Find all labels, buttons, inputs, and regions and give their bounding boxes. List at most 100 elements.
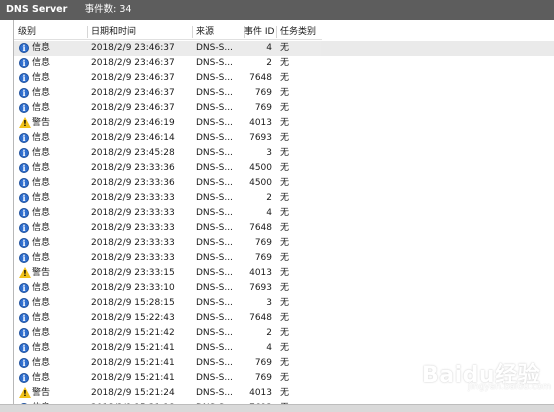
table-row[interactable]: i 信息 2018/2/9 23:33:33 DNS-S... 2 无	[14, 191, 554, 206]
info-icon: i	[19, 206, 31, 221]
row-event-id: 3	[266, 148, 272, 158]
row-date: 2018/2/9 15:21:41	[91, 358, 175, 368]
row-category: 无	[280, 373, 290, 383]
row-event-id: 4	[266, 343, 272, 353]
row-level: 信息	[32, 283, 51, 293]
table-row[interactable]: i 信息 2018/2/9 23:33:33 DNS-S... 4 无	[14, 206, 554, 221]
table-row[interactable]: i 信息 2018/2/9 15:21:42 DNS-S... 2 无	[14, 326, 554, 341]
row-level: 信息	[32, 43, 51, 53]
row-source: DNS-S...	[196, 343, 233, 353]
row-category: 无	[280, 238, 290, 248]
row-date: 2018/2/9 23:33:33	[91, 208, 175, 218]
row-event-id: 4013	[249, 268, 272, 278]
row-event-id: 4013	[249, 118, 272, 128]
row-source: DNS-S...	[196, 328, 233, 338]
table-row[interactable]: i 信息 2018/2/9 15:22:43 DNS-S... 7648 无	[14, 311, 554, 326]
row-event-id: 2	[266, 58, 272, 68]
window-title-bar: DNS Server 事件数: 34	[0, 0, 554, 20]
table-row[interactable]: i 信息 2018/2/9 23:33:36 DNS-S... 4500 无	[14, 161, 554, 176]
row-category: 无	[280, 298, 290, 308]
row-category: 无	[280, 283, 290, 293]
row-date: 2018/2/9 23:46:37	[91, 103, 175, 113]
row-date: 2018/2/9 23:33:10	[91, 283, 175, 293]
row-date: 2018/2/9 23:33:33	[91, 253, 175, 263]
row-level: 信息	[32, 148, 51, 158]
event-count: 事件数: 34	[84, 4, 132, 15]
info-icon: i	[19, 236, 31, 251]
row-level: 信息	[32, 343, 51, 353]
table-row[interactable]: i 信息 2018/2/9 23:46:37 DNS-S... 7648 无	[14, 71, 554, 86]
row-category: 无	[280, 343, 290, 353]
row-level: 信息	[32, 238, 51, 248]
table-row[interactable]: i 信息 2018/2/9 15:28:15 DNS-S... 3 无	[14, 296, 554, 311]
row-date: 2018/2/9 15:21:41	[91, 373, 175, 383]
row-source: DNS-S...	[196, 148, 233, 158]
row-date: 2018/2/9 23:46:37	[91, 58, 175, 68]
table-row[interactable]: i 信息 2018/2/9 23:33:10 DNS-S... 7693 无	[14, 281, 554, 296]
row-source: DNS-S...	[196, 178, 233, 188]
row-source: DNS-S...	[196, 223, 233, 233]
table-row[interactable]: i 信息 2018/2/9 23:33:36 DNS-S... 4500 无	[14, 176, 554, 191]
table-row[interactable]: i 信息 2018/2/9 15:21:41 DNS-S... 769 无	[14, 371, 554, 386]
row-source: DNS-S...	[196, 118, 233, 128]
row-event-id: 7693	[249, 283, 272, 293]
table-row[interactable]: ! 警告 2018/2/9 23:33:15 DNS-S... 4013 无	[14, 266, 554, 281]
row-event-id: 4	[266, 208, 272, 218]
row-event-id: 769	[254, 88, 272, 98]
column-header-event-id[interactable]: 事件 ID	[244, 25, 276, 39]
row-level: 信息	[32, 58, 51, 68]
table-row[interactable]: ! 警告 2018/2/9 23:46:19 DNS-S... 4013 无	[14, 116, 554, 131]
event-rows: i 信息 2018/2/9 23:46:37 DNS-S... 4 无 i 信息 2018/2/…	[14, 41, 554, 411]
info-icon: i	[19, 86, 31, 101]
row-date: 2018/2/9 23:33:15	[91, 268, 175, 278]
info-icon: i	[19, 356, 31, 371]
row-category: 无	[280, 328, 290, 338]
column-header-category[interactable]: 任务类别	[276, 25, 322, 39]
event-list-panel: 级别 日期和时间 来源 事件 ID 任务类别 i 信息 2018/2/9 23:46…	[13, 20, 554, 411]
table-row[interactable]: i 信息 2018/2/9 23:33:33 DNS-S... 7648 无	[14, 221, 554, 236]
row-source: DNS-S...	[196, 43, 233, 53]
table-row[interactable]: i 信息 2018/2/9 23:46:14 DNS-S... 7693 无	[14, 131, 554, 146]
row-event-id: 769	[254, 253, 272, 263]
row-level: 信息	[32, 298, 51, 308]
row-date: 2018/2/9 15:22:43	[91, 313, 175, 323]
row-level: 信息	[32, 358, 51, 368]
row-level: 信息	[32, 103, 51, 113]
column-header-level[interactable]: 级别	[14, 25, 87, 39]
info-icon: i	[19, 326, 31, 341]
row-category: 无	[280, 73, 290, 83]
table-row[interactable]: i 信息 2018/2/9 23:46:37 DNS-S... 4 无	[14, 41, 554, 56]
column-header-source[interactable]: 来源	[192, 25, 244, 39]
table-row[interactable]: i 信息 2018/2/9 23:46:37 DNS-S... 769 无	[14, 101, 554, 116]
table-row[interactable]: i 信息 2018/2/9 23:46:37 DNS-S... 2 无	[14, 56, 554, 71]
table-row[interactable]: i 信息 2018/2/9 23:33:33 DNS-S... 769 无	[14, 236, 554, 251]
table-row[interactable]: i 信息 2018/2/9 15:21:41 DNS-S... 4 无	[14, 341, 554, 356]
table-row[interactable]: i 信息 2018/2/9 23:46:37 DNS-S... 769 无	[14, 86, 554, 101]
row-level: 信息	[32, 253, 51, 263]
row-level: 警告	[32, 388, 51, 398]
row-date: 2018/2/9 15:21:24	[91, 388, 175, 398]
row-level: 信息	[32, 328, 51, 338]
row-source: DNS-S...	[196, 193, 233, 203]
row-event-id: 7648	[249, 73, 272, 83]
column-header-date[interactable]: 日期和时间	[87, 25, 192, 39]
info-icon: i	[19, 281, 31, 296]
info-icon: i	[19, 71, 31, 86]
info-icon: i	[19, 371, 31, 386]
row-event-id: 4013	[249, 388, 272, 398]
row-category: 无	[280, 118, 290, 128]
table-row[interactable]: i 信息 2018/2/9 23:33:33 DNS-S... 769 无	[14, 251, 554, 266]
row-category: 无	[280, 313, 290, 323]
row-date: 2018/2/9 23:46:37	[91, 88, 175, 98]
window-title: DNS Server	[6, 4, 68, 15]
row-level: 信息	[32, 373, 51, 383]
table-row[interactable]: ! 警告 2018/2/9 15:21:24 DNS-S... 4013 无	[14, 386, 554, 401]
row-category: 无	[280, 163, 290, 173]
row-source: DNS-S...	[196, 133, 233, 143]
row-level: 信息	[32, 163, 51, 173]
table-row[interactable]: i 信息 2018/2/9 15:21:41 DNS-S... 769 无	[14, 356, 554, 371]
row-source: DNS-S...	[196, 373, 233, 383]
row-source: DNS-S...	[196, 103, 233, 113]
row-level: 信息	[32, 178, 51, 188]
table-row[interactable]: i 信息 2018/2/9 23:45:28 DNS-S... 3 无	[14, 146, 554, 161]
